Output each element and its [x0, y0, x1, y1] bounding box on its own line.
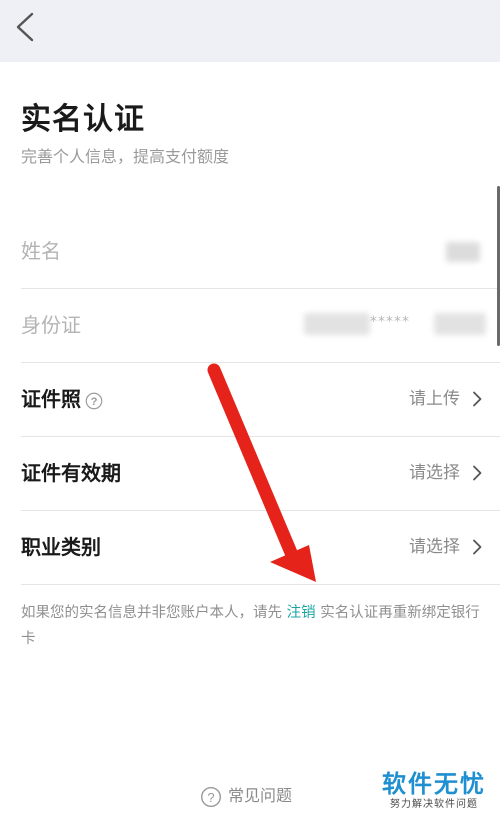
id-card-label: 身份证 [21, 313, 81, 337]
name-row[interactable]: 姓名 [0, 215, 500, 288]
question-circle-icon[interactable]: ? [85, 392, 103, 410]
id-photo-row[interactable]: 证件照 ? 请上传 [0, 363, 500, 436]
page-subtitle: 完善个人信息，提高支付额度 [21, 147, 230, 166]
svg-text:?: ? [207, 789, 214, 804]
notice-text-before: 如果您的实名信息并非您账户本人，请先 [21, 605, 287, 621]
id-card-prefix-masked [304, 313, 370, 335]
id-card-value: ***** [370, 314, 410, 330]
top-bar [0, 0, 500, 62]
faq-label: 常见问题 [228, 786, 293, 805]
id-card-row[interactable]: 身份证 ***** [0, 289, 500, 362]
cancel-verification-link[interactable]: 注销 [287, 605, 316, 621]
occupation-row[interactable]: 职业类别 请选择 [0, 511, 500, 584]
chevron-right-icon [473, 539, 482, 555]
id-photo-label: 证件照 [21, 387, 81, 411]
id-validity-label: 证件有效期 [21, 461, 121, 485]
page-title: 实名认证 [21, 102, 145, 137]
account-notice: 如果您的实名信息并非您账户本人，请先 注销 实名认证再重新绑定银行卡 [21, 600, 483, 652]
question-circle-icon: ? [200, 786, 222, 807]
id-photo-label-wrap: 证件照 ? [21, 363, 103, 436]
chevron-right-icon [473, 391, 482, 407]
svg-text:?: ? [91, 396, 98, 408]
occupation-label: 职业类别 [21, 535, 101, 559]
id-validity-value: 请选择 [409, 463, 460, 483]
id-card-suffix-masked [434, 313, 486, 335]
watermark-subtitle: 努力解决软件问题 [390, 799, 478, 810]
faq-button[interactable]: ? 常见问题 [200, 782, 292, 810]
watermark-logo: 软件无忧 努力解决软件问题 [378, 770, 490, 812]
divider [21, 584, 500, 585]
name-label: 姓名 [21, 239, 61, 263]
id-validity-row[interactable]: 证件有效期 请选择 [0, 437, 500, 510]
watermark-title: 软件无忧 [382, 770, 486, 798]
real-name-verification-page: 实名认证 完善个人信息，提高支付额度 姓名 身份证 ***** 证件照 ? 请上… [0, 0, 500, 826]
chevron-right-icon [473, 465, 482, 481]
back-button[interactable] [10, 10, 42, 44]
occupation-value: 请选择 [409, 537, 460, 557]
id-photo-value: 请上传 [409, 389, 460, 409]
name-value-masked [446, 242, 480, 262]
